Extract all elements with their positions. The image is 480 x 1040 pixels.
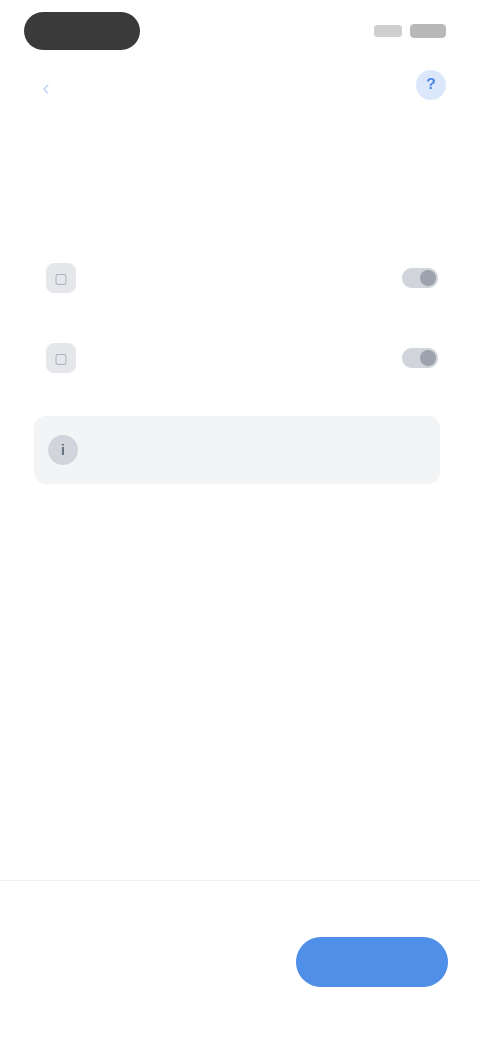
info-icon: i <box>48 435 78 465</box>
battery-icon <box>410 24 446 38</box>
option-row-2[interactable]: ▢ <box>32 326 448 390</box>
info-card: i <box>34 416 440 484</box>
dynamic-island <box>24 12 140 50</box>
option-toggle[interactable] <box>402 268 438 288</box>
status-bar <box>0 0 480 64</box>
option-icon: ▢ <box>46 263 76 293</box>
help-icon[interactable]: ? <box>416 70 446 100</box>
option-icon: ▢ <box>46 343 76 373</box>
back-arrow-icon[interactable]: ‹ <box>32 74 60 102</box>
breadcrumb <box>32 134 448 154</box>
footer <box>0 880 480 1040</box>
status-icons <box>374 22 446 40</box>
primary-button[interactable] <box>296 937 448 987</box>
option-row-1[interactable]: ▢ <box>32 246 448 310</box>
signal-icon <box>374 25 402 37</box>
header: ‹ ? <box>0 64 480 120</box>
option-toggle[interactable] <box>402 348 438 368</box>
